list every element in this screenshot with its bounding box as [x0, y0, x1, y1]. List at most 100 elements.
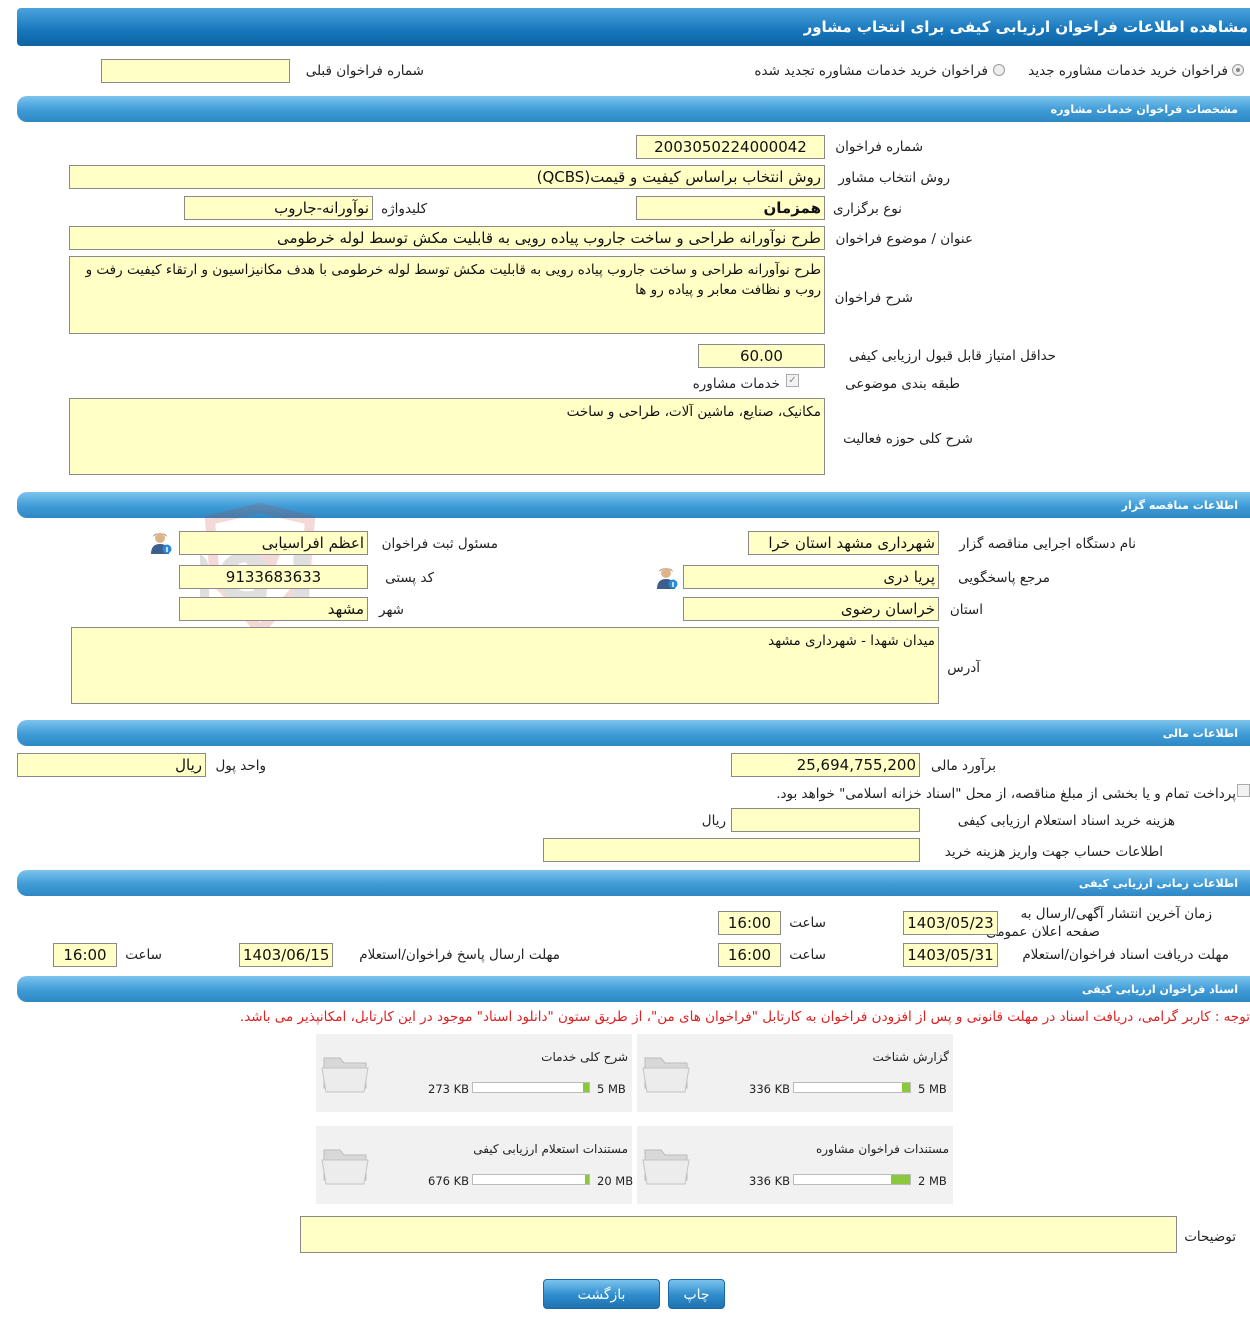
category-checkbox[interactable]: ✓ — [786, 374, 799, 387]
subject-label: عنوان / موضوع فراخوان — [835, 231, 973, 247]
receive-date-field: 1403/05/31 — [903, 943, 998, 967]
section-tenderer-title: اطلاعات مناقصه گزار — [1121, 499, 1238, 512]
doc-tile[interactable]: مستندات استعلام ارزیابی کیفی 20 MB 676 K… — [316, 1126, 634, 1204]
doc-title: گزارش شناخت — [872, 1050, 949, 1064]
doc-tile[interactable]: مستندات فراخوان مشاوره 2 MB 336 KB — [637, 1126, 953, 1204]
radio-new-label: فراخوان خرید خدمات مشاوره جدید — [1028, 63, 1228, 79]
registrar-field: اعظم افراسیابی — [179, 531, 368, 555]
postal-label: کد پستی — [385, 570, 434, 586]
number-label: شماره فراخوان — [835, 139, 923, 155]
doc-cost-field — [731, 808, 920, 832]
receive-time-label: ساعت — [789, 947, 826, 963]
print-button[interactable]: چاپ — [668, 1279, 725, 1309]
prev-number-field[interactable] — [101, 59, 290, 83]
type-label: نوع برگزاری — [833, 201, 902, 217]
province-field: خراسان رضوی — [683, 597, 939, 621]
publish-label-line1: زمان آخرین انتشار آگهی/ارسال به — [1020, 906, 1212, 922]
min-score-field: 60.00 — [698, 344, 825, 368]
min-score-label: حداقل امتیاز قابل قبول ارزیابی کیفی — [848, 348, 1056, 364]
org-label: نام دستگاه اجرایی مناقصه گزار — [959, 536, 1136, 552]
type-field: همزمان — [636, 196, 825, 220]
notes-label: توضیحات — [1184, 1229, 1236, 1245]
section-timing-title: اطلاعات زمانی ارزیابی کیفی — [1078, 877, 1238, 890]
description-label: شرح فراخوان — [834, 290, 913, 306]
page-header: مشاهده اطلاعات فراخوان ارزیابی کیفی برای… — [17, 8, 1250, 46]
notes-field[interactable] — [300, 1216, 1177, 1253]
doc-title: مستندات استعلام ارزیابی کیفی — [473, 1142, 628, 1156]
address-label: آدرس — [947, 660, 980, 676]
back-button[interactable]: بازگشت — [543, 1279, 660, 1309]
doc-size-bar — [793, 1174, 911, 1185]
currency-label: واحد پول — [215, 758, 266, 774]
doc-size: 336 KB — [749, 1174, 791, 1188]
account-field — [543, 838, 920, 862]
doc-tile[interactable]: گزارش شناخت 5 MB 336 KB — [637, 1034, 953, 1112]
radio-renewed-label: فراخوان خرید خدمات مشاوره تجدید شده — [754, 63, 988, 79]
prev-number-label: شماره فراخوان قبلی — [305, 63, 424, 79]
city-label: شهر — [379, 602, 404, 618]
section-financial-header: اطلاعات مالی — [17, 720, 1250, 746]
folder-icon — [321, 1149, 369, 1185]
province-label: استان — [949, 602, 983, 618]
folder-icon — [642, 1149, 690, 1185]
folder-icon — [642, 1057, 690, 1093]
treasury-checkbox[interactable] — [1237, 784, 1250, 797]
doc-size: 336 KB — [749, 1082, 791, 1096]
doc-size-bar-fill — [902, 1083, 910, 1092]
doc-title: شرح کلی خدمات — [541, 1050, 628, 1064]
response-label: مهلت ارسال پاسخ فراخوان/استعلام — [359, 947, 560, 963]
response-date-field: 1403/06/15 — [239, 943, 333, 967]
section-consulting-header: مشخصات فراخوان خدمات مشاوره — [17, 96, 1250, 122]
publish-time-label: ساعت — [789, 915, 826, 931]
method-field: روش انتخاب براساس کیفیت و قیمت(QCBS) — [69, 165, 825, 189]
treasury-text: پرداخت تمام و یا بخشی از مبلغ مناقصه، از… — [776, 786, 1236, 802]
keyword-field: نوآورانه-جاروب — [184, 196, 373, 220]
activity-label: شرح کلی حوزه فعالیت — [843, 431, 973, 447]
section-timing-header: اطلاعات زمانی ارزیابی کیفی — [17, 870, 1250, 896]
response-time-field: 16:00 — [53, 943, 117, 967]
estimate-label: برآورد مالی — [930, 758, 996, 774]
doc-size-bar — [472, 1174, 590, 1185]
doc-size-bar-fill — [585, 1175, 589, 1184]
doc-size: 676 KB — [428, 1174, 470, 1188]
address-field: میدان شهدا - شهرداری مشهد — [71, 627, 939, 704]
doc-size-bar — [793, 1082, 911, 1093]
response-time-label: ساعت — [125, 947, 162, 963]
doc-max-size: 5 MB — [597, 1082, 626, 1096]
category-label: طبقه بندی موضوعی — [845, 376, 960, 392]
doc-size-bar — [472, 1082, 590, 1093]
doc-max-size: 20 MB — [597, 1174, 634, 1188]
radio-renewed-consulting[interactable] — [993, 64, 1005, 76]
publish-date-field: 1403/05/23 — [903, 911, 998, 935]
doc-title: مستندات فراخوان مشاوره — [815, 1142, 949, 1156]
publish-time-field: 16:00 — [718, 911, 781, 935]
doc-size-bar-fill — [890, 1175, 910, 1184]
activity-field: مکانیک، صنایع، ماشین آلات، طراحی و ساخت — [69, 398, 825, 475]
doc-max-size: 5 MB — [918, 1082, 947, 1096]
section-consulting-title: مشخصات فراخوان خدمات مشاوره — [1050, 103, 1238, 116]
registrar-label: مسئول ثبت فراخوان — [381, 536, 498, 552]
doc-tile[interactable]: شرح کلی خدمات 5 MB 273 KB — [316, 1034, 632, 1112]
radio-new-consulting[interactable] — [1232, 64, 1244, 76]
registrar-user-icon[interactable] — [150, 531, 172, 555]
publish-label-line2: صفحه اعلان عمومی — [986, 924, 1100, 940]
subject-field: طرح نوآورانه طراحی و ساخت جاروب پیاده رو… — [69, 226, 825, 250]
postal-field: 9133683633 — [179, 565, 368, 589]
method-label: روش انتخاب مشاور — [838, 170, 950, 186]
account-label: اطلاعات حساب جهت واریز هزینه خرید — [944, 844, 1163, 860]
doc-size-bar-fill — [582, 1083, 589, 1092]
doc-size: 273 KB — [428, 1082, 470, 1096]
number-field: 2003050224000042 — [636, 135, 825, 159]
section-tenderer-header: اطلاعات مناقصه گزار — [17, 492, 1250, 518]
section-documents-title: اسناد فراخوان ارزیابی کیفی — [1081, 983, 1238, 996]
section-documents-header: اسناد فراخوان ارزیابی کیفی — [17, 976, 1250, 1002]
responder-user-icon[interactable] — [656, 566, 678, 590]
page-title: مشاهده اطلاعات فراخوان ارزیابی کیفی برای… — [803, 18, 1248, 36]
currency-field: ریال — [17, 753, 206, 777]
description-field: طرح نوآورانه طراحی و ساخت جاروب پیاده رو… — [69, 256, 825, 334]
city-field: مشهد — [179, 597, 368, 621]
estimate-field: 25,694,755,200 — [731, 753, 920, 777]
documents-notice: توجه : کاربر گرامی، دریافت اسناد در مهلت… — [239, 1009, 1250, 1025]
keyword-label: کلیدواژه — [381, 201, 427, 217]
responder-label: مرجع پاسخگویی — [958, 570, 1050, 586]
